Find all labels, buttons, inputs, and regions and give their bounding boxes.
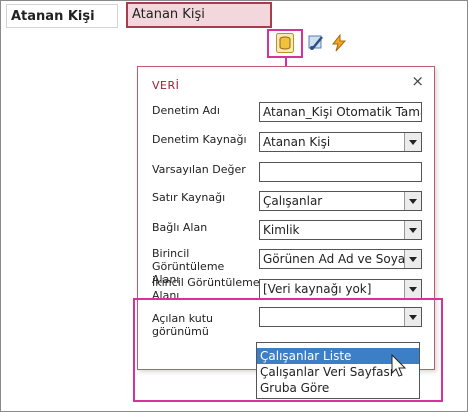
control-name-label: Denetim Adı (152, 104, 220, 117)
dropdown-highlight-box (133, 298, 443, 402)
control-source-dropdown[interactable]: Atanan Kişi (259, 132, 422, 152)
panel-title: VERİ (152, 79, 180, 92)
close-icon[interactable]: × (411, 74, 424, 89)
selected-control[interactable]: Atanan Kişi (126, 2, 272, 28)
icon-highlight-box (267, 29, 303, 58)
control-source-value: Atanan Kişi (263, 135, 331, 149)
format-icon[interactable] (306, 33, 326, 53)
control-name-field[interactable]: Atanan_Kişi Otomatik Tama (259, 102, 422, 122)
field-label: Atanan Kişi (6, 4, 118, 28)
chevron-down-icon[interactable] (404, 133, 421, 151)
action-icon[interactable] (329, 33, 349, 53)
row-source-label: Satır Kaynağı (152, 191, 226, 204)
secondary-display-dropdown[interactable]: [Veri kaynağı yok] (259, 279, 422, 299)
bound-field-dropdown[interactable]: Kimlik (259, 220, 422, 240)
primary-display-dropdown[interactable]: Görünen Ad Ad ve Soya (259, 249, 422, 269)
row-source-dropdown[interactable]: Çalışanlar (259, 191, 422, 211)
bound-field-label: Bağlı Alan (152, 221, 208, 234)
default-value-label: Varsayılan Değer (152, 163, 246, 176)
control-source-label: Denetim Kaynağı (152, 133, 247, 146)
chevron-down-icon[interactable] (404, 280, 421, 298)
mouse-pointer-icon (391, 353, 407, 381)
primary-display-value: Görünen Ad Ad ve Soya (263, 252, 405, 266)
chevron-down-icon[interactable] (404, 192, 421, 210)
chevron-down-icon[interactable] (404, 250, 421, 268)
bound-field-value: Kimlik (263, 223, 300, 237)
row-source-value: Çalışanlar (263, 194, 323, 208)
default-value-field[interactable] (259, 162, 422, 182)
secondary-display-value: [Veri kaynağı yok] (263, 282, 372, 296)
chevron-down-icon[interactable] (404, 221, 421, 239)
